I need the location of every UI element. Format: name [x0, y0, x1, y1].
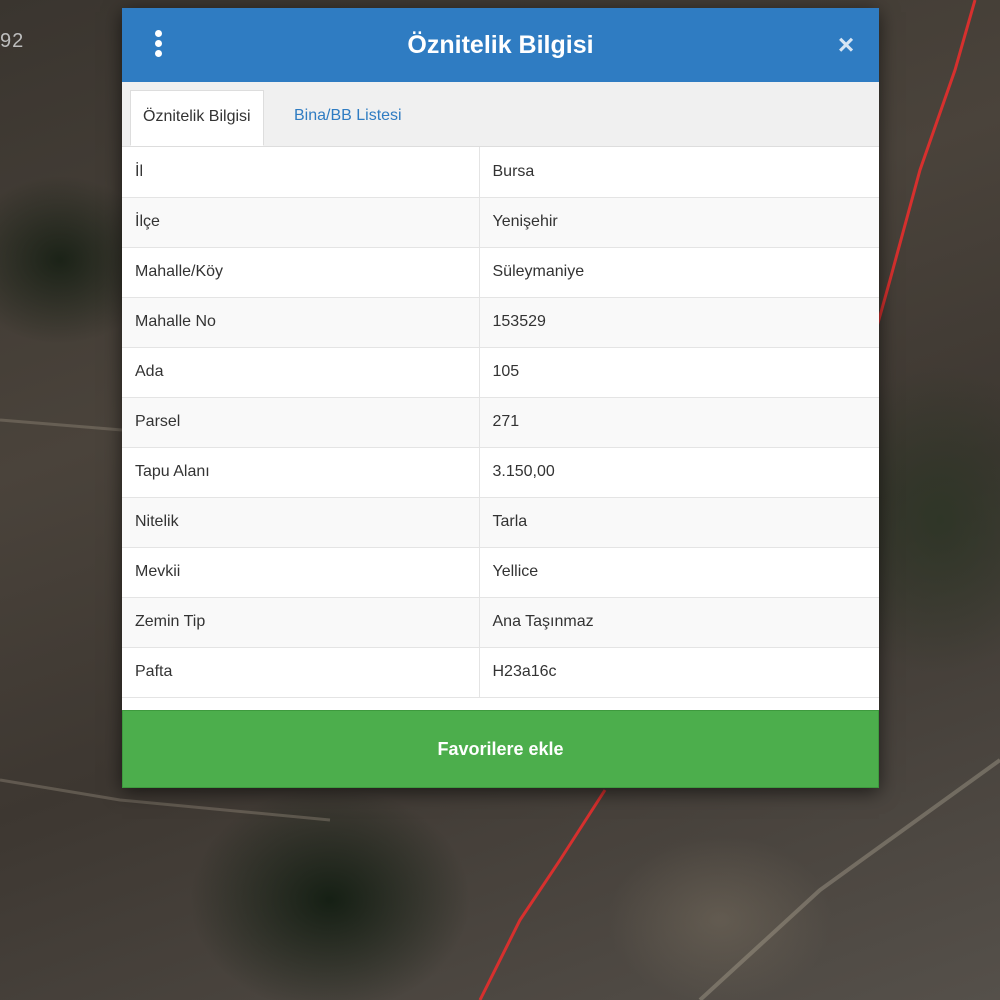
attribute-value: 271	[479, 397, 879, 448]
tabs-bar: Öznitelik Bilgisi Bina/BB Listesi	[122, 82, 879, 147]
attribute-value: Bursa	[479, 147, 879, 198]
map-coordinate-text: 92	[0, 30, 25, 52]
attribute-key: İlçe	[122, 197, 480, 248]
attribute-key: Mevkii	[122, 547, 480, 598]
dialog-title: Öznitelik Bilgisi	[407, 31, 594, 59]
attribute-value: Yellice	[479, 547, 879, 598]
field-edge	[0, 418, 123, 432]
parcel-boundary-line	[874, 0, 977, 331]
attribute-key: Ada	[122, 347, 480, 398]
tab-building-list[interactable]: Bina/BB Listesi	[282, 90, 414, 146]
attribute-key: Parsel	[122, 397, 480, 448]
table-row: Ada 105	[122, 347, 879, 398]
attribute-info-dialog: Öznitelik Bilgisi × Öznitelik Bilgisi Bi…	[122, 8, 879, 788]
parcel-boundary-line-lower	[478, 789, 607, 1000]
attribute-key: Pafta	[122, 647, 480, 698]
attribute-value: Yenişehir	[479, 197, 879, 248]
attribute-value: 3.150,00	[479, 447, 879, 498]
attribute-key: Zemin Tip	[122, 597, 480, 648]
attribute-value: Süleymaniye	[479, 247, 879, 298]
tab-attribute-info[interactable]: Öznitelik Bilgisi	[130, 90, 264, 146]
attribute-value: Ana Taşınmaz	[479, 597, 879, 648]
table-row: İl Bursa	[122, 147, 879, 198]
kebab-menu-icon[interactable]	[150, 30, 166, 62]
attribute-value: Tarla	[479, 497, 879, 548]
table-row: Mahalle/Köy Süleymaniye	[122, 247, 879, 298]
attribute-key: İl	[122, 147, 480, 198]
attribute-key: Mahalle/Köy	[122, 247, 480, 298]
attribute-value: 153529	[479, 297, 879, 348]
attribute-key: Nitelik	[122, 497, 480, 548]
dialog-header: Öznitelik Bilgisi ×	[122, 8, 879, 82]
table-row: Tapu Alanı 3.150,00	[122, 447, 879, 498]
table-row: Mevkii Yellice	[122, 547, 879, 598]
close-icon[interactable]: ×	[831, 30, 861, 60]
table-row: Mahalle No 153529	[122, 297, 879, 348]
add-to-favorites-button[interactable]: Favorilere ekle	[122, 710, 879, 788]
attribute-key: Tapu Alanı	[122, 447, 480, 498]
attribute-value: 105	[479, 347, 879, 398]
table-row: Nitelik Tarla	[122, 497, 879, 548]
attribute-value: H23a16c	[479, 647, 879, 698]
table-row: Zemin Tip Ana Taşınmaz	[122, 597, 879, 648]
table-row: Parsel 271	[122, 397, 879, 448]
table-row: İlçe Yenişehir	[122, 197, 879, 248]
attribute-table: İl Bursa İlçe Yenişehir Mahalle/Köy Süle…	[122, 147, 879, 698]
attribute-key: Mahalle No	[122, 297, 480, 348]
field-track	[698, 758, 1000, 1000]
table-row: Pafta H23a16c	[122, 647, 879, 698]
